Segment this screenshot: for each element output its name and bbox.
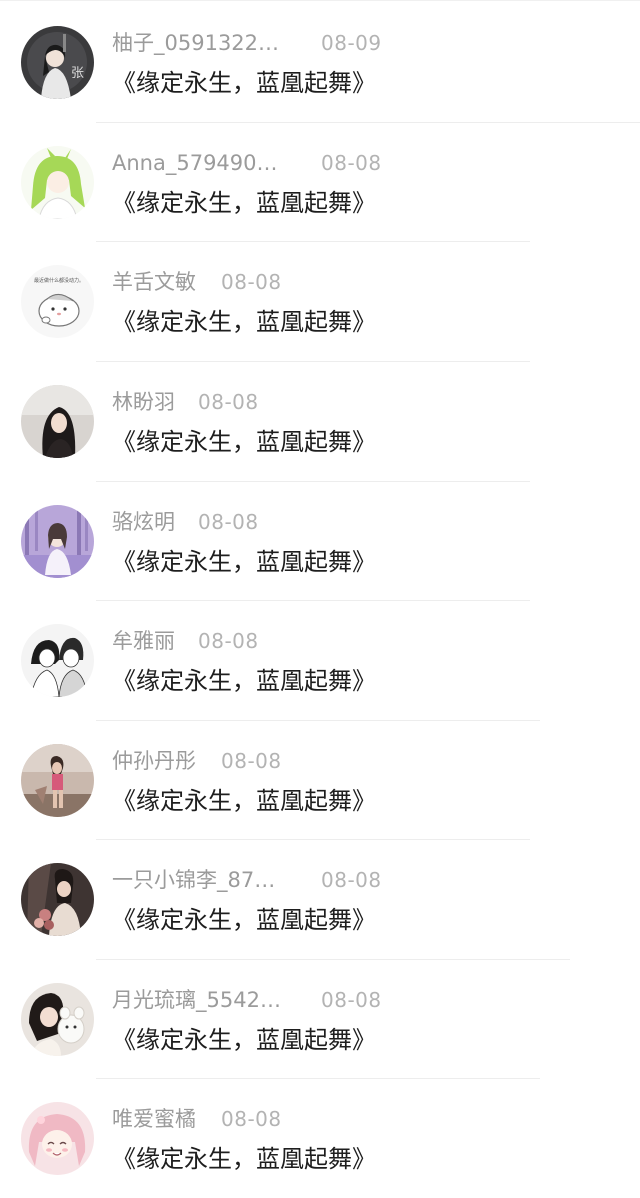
- list-item[interactable]: 张 柚子_0591322… 08-09 《缘定永生，蓝凰起舞》: [0, 2, 640, 122]
- comment-text: 《缘定永生，蓝凰起舞》: [112, 906, 376, 934]
- comment-date: 08-08: [221, 1107, 282, 1131]
- comment-author[interactable]: 唯爱蜜橘: [112, 1105, 196, 1133]
- avatar-girl-plush-toy-icon[interactable]: [21, 983, 94, 1056]
- list-item[interactable]: Anna_579490… 08-08 《缘定永生，蓝凰起舞》: [0, 122, 640, 242]
- list-item[interactable]: 最近做什么都没动力。 羊舌文敏 08-08 《缘定永生，蓝凰起舞》: [0, 241, 640, 361]
- comment-date: 08-08: [198, 510, 259, 534]
- comment-date: 08-08: [321, 988, 382, 1012]
- list-item[interactable]: 一只小锦李_87… 08-08 《缘定永生，蓝凰起舞》: [0, 839, 640, 959]
- comment-text: 《缘定永生，蓝凰起舞》: [112, 667, 376, 695]
- comment-date: 08-09: [321, 31, 382, 55]
- comment-date: 08-08: [221, 749, 282, 773]
- avatar-cartoon-hamster-icon[interactable]: 最近做什么都没动力。: [21, 265, 94, 338]
- list-item[interactable]: 林盼羽 08-08 《缘定永生，蓝凰起舞》: [0, 361, 640, 481]
- comment-text: 《缘定永生，蓝凰起舞》: [112, 69, 376, 97]
- comment-date: 08-08: [198, 629, 259, 653]
- avatar-pink-anime-girl-icon[interactable]: [21, 1102, 94, 1175]
- comment-author[interactable]: 一只小锦李_87…: [112, 866, 275, 894]
- comment-date: 08-08: [198, 390, 259, 414]
- comment-text: 《缘定永生，蓝凰起舞》: [112, 1145, 376, 1173]
- comment-author[interactable]: Anna_579490…: [112, 149, 278, 177]
- list-item[interactable]: 牟雅丽 08-08 《缘定永生，蓝凰起舞》: [0, 600, 640, 720]
- avatar-girl-dark-hair-icon[interactable]: [21, 385, 94, 458]
- comment-text: 《缘定永生，蓝凰起舞》: [112, 1026, 376, 1054]
- comment-author[interactable]: 柚子_0591322…: [112, 29, 279, 57]
- comment-author[interactable]: 林盼羽: [112, 388, 175, 416]
- avatar-girl-purple-forest-icon[interactable]: [21, 505, 94, 578]
- avatar-char: 张: [71, 66, 84, 81]
- top-divider: [0, 0, 640, 1]
- comment-text: 《缘定永生，蓝凰起舞》: [112, 428, 376, 456]
- comment-text: 《缘定永生，蓝凰起舞》: [112, 189, 376, 217]
- comment-author[interactable]: 仲孙丹彤: [112, 747, 196, 775]
- list-item[interactable]: 仲孙丹彤 08-08 《缘定永生，蓝凰起舞》: [0, 720, 640, 840]
- comment-date: 08-08: [321, 151, 382, 175]
- avatar-dark-sketch-girl-icon[interactable]: 张: [21, 26, 94, 99]
- comment-author[interactable]: 牟雅丽: [112, 627, 175, 655]
- avatar-caption: 最近做什么都没动力。: [34, 277, 84, 284]
- avatar-green-hair-anime-icon[interactable]: [21, 146, 94, 219]
- comment-text: 《缘定永生，蓝凰起舞》: [112, 548, 376, 576]
- comment-text: 《缘定永生，蓝凰起舞》: [112, 787, 376, 815]
- comment-author[interactable]: 羊舌文敏: [112, 268, 196, 296]
- list-item[interactable]: 骆炫明 08-08 《缘定永生，蓝凰起舞》: [0, 481, 640, 601]
- list-item[interactable]: 唯爱蜜橘 08-08 《缘定永生，蓝凰起舞》: [0, 1078, 640, 1198]
- comment-author[interactable]: 月光琉璃_5542…: [112, 986, 281, 1014]
- comment-list: 张 柚子_0591322… 08-09 《缘定永生，蓝凰起舞》 Anna_579…: [0, 0, 640, 1191]
- comment-date: 08-08: [221, 270, 282, 294]
- comment-date: 08-08: [321, 868, 382, 892]
- avatar-manga-couple-icon[interactable]: [21, 624, 94, 697]
- avatar-girl-flowers-icon[interactable]: [21, 863, 94, 936]
- comment-text: 《缘定永生，蓝凰起舞》: [112, 308, 376, 336]
- avatar-girl-beach-icon[interactable]: [21, 744, 94, 817]
- list-item[interactable]: 月光琉璃_5542… 08-08 《缘定永生，蓝凰起舞》: [0, 959, 640, 1079]
- comment-author[interactable]: 骆炫明: [112, 508, 175, 536]
